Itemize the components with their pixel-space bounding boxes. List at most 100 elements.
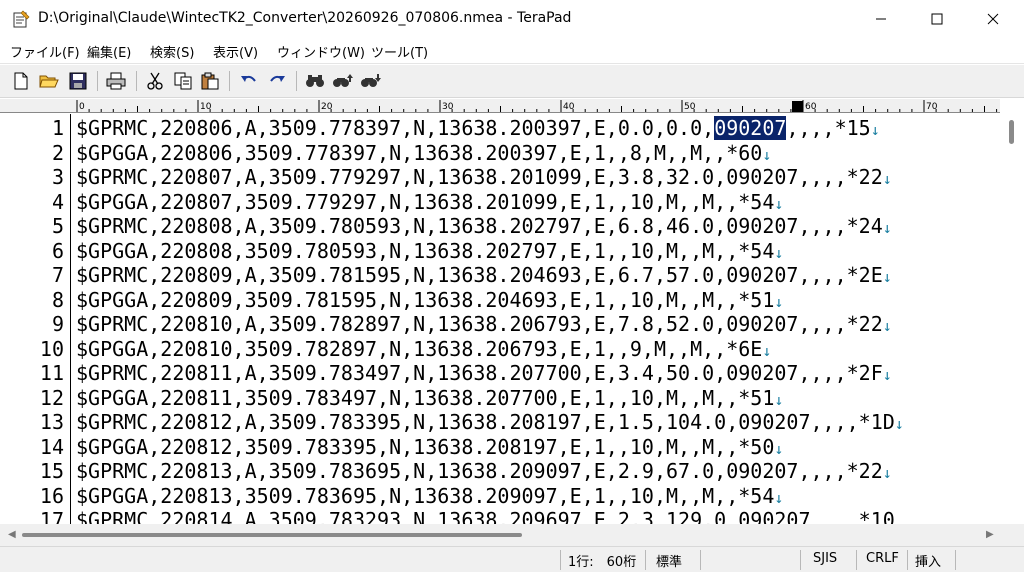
line-number: 11 (39, 361, 64, 385)
menu-tools[interactable]: ツール(T) (371, 42, 428, 61)
line-text: $GPRMC,220807,A,3509.779297,N,13638.2010… (76, 165, 892, 192)
line-text-after: ,,,,*15 (786, 116, 871, 140)
maximize-button[interactable] (914, 0, 960, 38)
paste-button[interactable] (198, 70, 222, 92)
ruler-label: 60 (805, 102, 817, 112)
menu-view[interactable]: 表示(V) (213, 42, 258, 61)
eol-marker-icon: ↓ (882, 268, 892, 286)
line-text-before: $GPGGA,220813,3509.783695,N,13638.209097… (76, 483, 775, 508)
line-number: 4 (51, 189, 64, 214)
eol-marker-icon: ↓ (762, 145, 772, 164)
title-bar: D:\Original\Claude\WintecTK2_Converter\2… (0, 0, 1024, 38)
menu-search[interactable]: 検索(S) (150, 42, 194, 61)
find-previous-icon (361, 74, 381, 87)
line-text: $GPGGA,220808,3509.780593,N,13638.202797… (76, 239, 783, 266)
find-icon (306, 75, 324, 87)
line-number: 7 (51, 263, 64, 287)
input-mode: 標準 (656, 555, 683, 570)
ruler-label: 30 (442, 102, 454, 112)
line-number: 8 (51, 287, 64, 312)
line-text: $GPRMC,220806,A,3509.778397,N,13638.2003… (76, 116, 880, 143)
line-number: 14 (39, 434, 64, 459)
text-editor[interactable]: 1 $GPRMC,220806,A,3509.778397,N,13638.200… (0, 114, 1000, 524)
eol-marker-icon: ↓ (882, 464, 892, 482)
scroll-right-icon[interactable]: ▶ (986, 529, 994, 540)
ruler-label: 50 (684, 102, 696, 112)
line-number: 2 (51, 140, 64, 165)
copy-button[interactable] (171, 70, 195, 92)
cursor-position: 1行: 60桁 (568, 555, 637, 570)
line-number: 1 (51, 116, 64, 140)
line-text: $GPGGA,220812,3509.783395,N,13638.208197… (76, 435, 783, 462)
menu-window[interactable]: ウィンドウ(W) (277, 42, 365, 61)
vertical-scroll-thumb[interactable] (1009, 120, 1014, 144)
ruler-label: 40 (563, 102, 575, 112)
eol-marker-icon: ↓ (774, 292, 784, 311)
ruler-cursor-marker (792, 101, 803, 112)
line-number: 12 (39, 385, 64, 410)
line-text: $GPGGA,220811,3509.783497,N,13638.207700… (76, 386, 783, 413)
redo-button[interactable] (265, 70, 289, 92)
save-button[interactable] (66, 70, 90, 92)
minimize-button[interactable] (858, 0, 904, 38)
line-text-before: $GPGGA,220811,3509.783497,N,13638.207700… (76, 385, 775, 410)
line-text-before: $GPRMC,220809,A,3509.781595,N,13638.2046… (76, 263, 883, 287)
selected-text: 090207 (714, 116, 787, 140)
line-number: 10 (39, 336, 64, 361)
line-text-before: $GPRMC,220810,A,3509.782897,N,13638.2067… (76, 312, 883, 336)
line-text: $GPRMC,220810,A,3509.782897,N,13638.2067… (76, 312, 892, 339)
eol-marker-icon: ↓ (882, 170, 892, 188)
line-text: $GPRMC,220811,A,3509.783497,N,13638.2077… (76, 361, 892, 388)
eol-marker-icon: ↓ (870, 121, 880, 139)
ruler-label: 70 (926, 102, 938, 112)
line-text: $GPRMC,220808,A,3509.780593,N,13638.2027… (76, 214, 892, 241)
line-text: $GPRMC,220809,A,3509.781595,N,13638.2046… (76, 263, 892, 290)
line-text: $GPGGA,220807,3509.779297,N,13638.201099… (76, 190, 783, 217)
eol-marker-icon: ↓ (762, 341, 772, 360)
line-number: 16 (39, 483, 64, 508)
undo-icon (241, 75, 256, 82)
ruler-gutter (0, 99, 74, 113)
find-next-button[interactable] (331, 70, 355, 92)
line-text-before: $GPGGA,220810,3509.782897,N,13638.206793… (76, 336, 763, 361)
horizontal-scroll-thumb[interactable] (22, 533, 522, 537)
line-text-before: $GPGGA,220808,3509.780593,N,13638.202797… (76, 238, 775, 263)
line-number: 6 (51, 238, 64, 263)
line-text: $GPGGA,220806,3509.778397,N,13638.200397… (76, 141, 771, 168)
line-text-before: $GPGGA,220806,3509.778397,N,13638.200397… (76, 140, 763, 165)
find-button[interactable] (303, 70, 327, 92)
line-text-before: $GPRMC,220808,A,3509.780593,N,13638.2027… (76, 214, 883, 238)
save-icon (69, 72, 87, 90)
find-previous-button[interactable] (359, 70, 383, 92)
minimize-icon (876, 18, 886, 20)
new-file-button[interactable] (9, 70, 33, 92)
eol-marker-icon: ↓ (882, 219, 892, 237)
line-text-before: $GPGGA,220807,3509.779297,N,13638.201099… (76, 189, 775, 214)
eol-marker-icon: ↓ (774, 488, 784, 507)
copy-icon (174, 72, 192, 90)
open-folder-icon (39, 75, 59, 88)
line-number: 15 (39, 459, 64, 483)
eol-marker-icon: ↓ (894, 415, 904, 433)
close-button[interactable] (970, 0, 1016, 38)
cut-button[interactable] (143, 70, 167, 92)
new-file-icon (14, 72, 28, 90)
line-ending-indicator[interactable]: CRLF (866, 551, 899, 566)
line-text: $GPRMC,220814,A,3509.783293,N,13638.2096… (76, 508, 895, 524)
vertical-scrollbar[interactable] (1000, 114, 1024, 524)
ruler-label: 20 (321, 102, 333, 112)
menu-file[interactable]: ファイル(F) (10, 42, 80, 61)
open-file-button[interactable] (37, 70, 61, 92)
line-number: 17 (39, 508, 64, 524)
eol-marker-icon: ↓ (774, 390, 784, 409)
line-text-before: $GPRMC,220813,A,3509.783695,N,13638.2090… (76, 459, 883, 483)
print-button[interactable] (104, 70, 128, 92)
menu-edit[interactable]: 編集(E) (87, 42, 131, 61)
encoding-indicator[interactable]: SJIS (813, 551, 837, 566)
close-icon (987, 13, 999, 25)
undo-button[interactable] (237, 70, 261, 92)
column-ruler: 0 10 20 30 40 50 60 70 (74, 99, 1000, 113)
scroll-left-icon[interactable]: ◀ (8, 529, 16, 540)
line-number: 9 (51, 312, 64, 336)
status-bar: 1行: 60桁 標準 SJIS CRLF 挿入 (0, 546, 1024, 572)
